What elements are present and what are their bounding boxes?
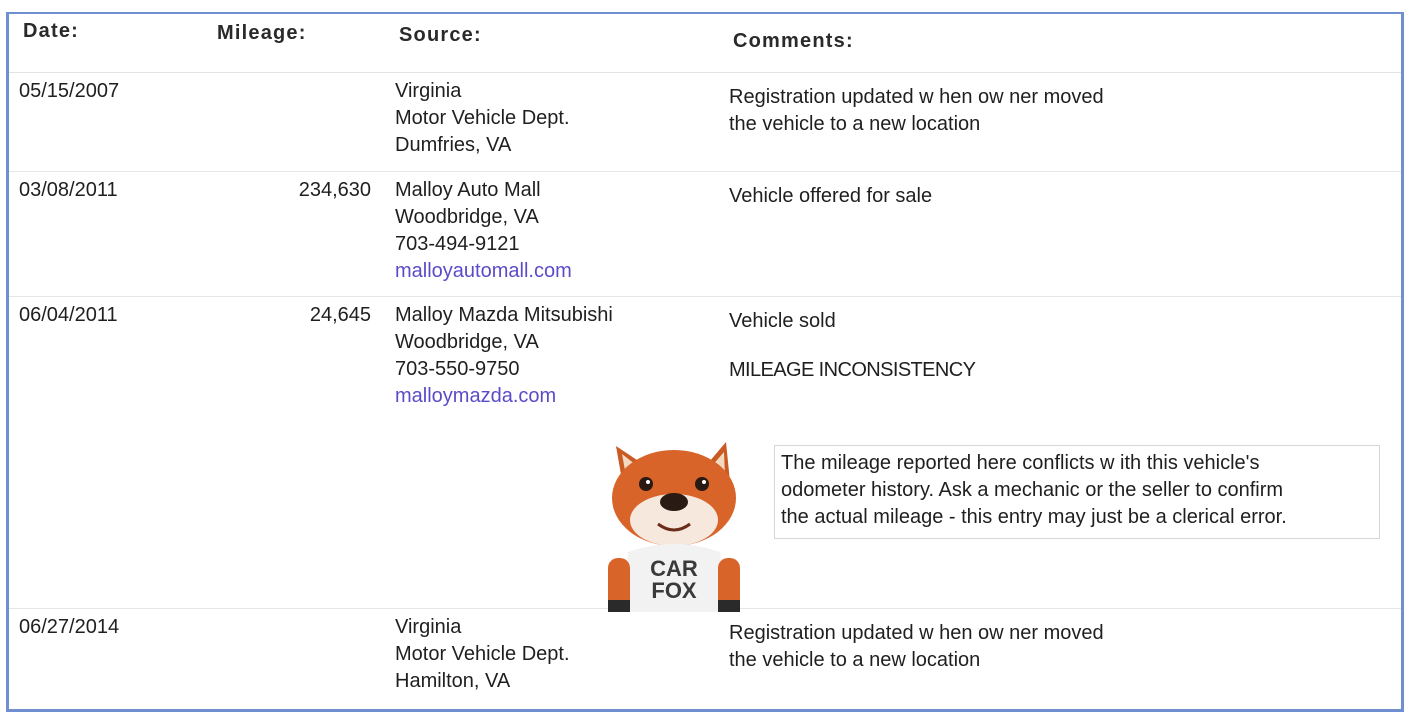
header-mileage: Mileage: (217, 22, 307, 44)
dealer-website-link[interactable]: malloyautomall.com (395, 258, 572, 285)
row-source: Virginia Motor Vehicle Dept. Dumfries, V… (395, 78, 570, 159)
table-row: 03/08/2011 234,630 Malloy Auto Mall Wood… (9, 171, 1401, 297)
row-date: 06/27/2014 (19, 616, 120, 638)
callout-line: odometer history. Ask a mechanic or the … (781, 479, 1284, 501)
source-line: Woodbridge, VA (395, 206, 539, 228)
mileage-warning-callout: The mileage reported here conflicts w it… (774, 445, 1380, 539)
source-line: Malloy Mazda Mitsubishi (395, 304, 613, 326)
comment-line: the vehicle to a new location (729, 113, 981, 135)
table-header: Date: Mileage: Source: Comments: (9, 14, 1401, 73)
comment-line: Registration updated w hen ow ner moved (729, 86, 1104, 108)
source-line: Woodbridge, VA (395, 331, 539, 353)
source-line: Motor Vehicle Dept. (395, 107, 570, 129)
row-source: Malloy Auto Mall Woodbridge, VA 703-494-… (395, 177, 572, 285)
row-date: 03/08/2011 (19, 179, 118, 201)
header-source: Source: (399, 24, 482, 46)
row-date: 05/15/2007 (19, 80, 120, 102)
row-comment: Registration updated w hen ow ner moved … (729, 84, 1104, 138)
comment-line: Registration updated w hen ow ner moved (729, 622, 1104, 644)
mascot-shirt-text: FOX (651, 578, 697, 603)
source-line: 703-550-9750 (395, 358, 520, 380)
table-row: 05/15/2007 Virginia Motor Vehicle Dept. … (9, 72, 1401, 172)
source-line: Malloy Auto Mall (395, 179, 541, 201)
vehicle-history-table: Date: Mileage: Source: Comments: 05/15/2… (6, 12, 1404, 712)
carfox-mascot-image: CAR FOX (608, 442, 740, 612)
source-line: 703-494-9121 (395, 233, 520, 255)
header-comments: Comments: (733, 30, 854, 52)
callout-line: the actual mileage - this entry may just… (781, 506, 1287, 528)
table-row: 06/27/2014 Virginia Motor Vehicle Dept. … (9, 608, 1401, 712)
row-mileage: 234,630 (298, 179, 371, 201)
source-line: Virginia (395, 80, 462, 102)
row-comment: Registration updated w hen ow ner moved … (729, 620, 1104, 674)
row-comment: Vehicle offered for sale (729, 183, 932, 210)
row-date: 06/04/2011 (19, 304, 118, 326)
dealer-website-link[interactable]: malloymazda.com (395, 383, 613, 410)
callout-line: The mileage reported here conflicts w it… (781, 452, 1260, 474)
source-line: Virginia (395, 616, 462, 638)
row-comment: Vehicle sold MILEAGE INCONSISTENCY (729, 308, 976, 384)
mileage-inconsistency-flag: MILEAGE INCONSISTENCY (729, 359, 976, 381)
comment-line: Vehicle sold (729, 310, 836, 332)
table-row: 06/04/2011 24,645 Malloy Mazda Mitsubish… (9, 296, 1401, 612)
source-line: Hamilton, VA (395, 670, 511, 692)
comment-line: Vehicle offered for sale (729, 185, 933, 207)
header-date: Date: (23, 20, 80, 42)
row-source: Malloy Mazda Mitsubishi Woodbridge, VA 7… (395, 302, 613, 410)
row-mileage: 24,645 (309, 304, 371, 326)
source-line: Motor Vehicle Dept. (395, 643, 570, 665)
comment-line: the vehicle to a new location (729, 649, 981, 671)
row-source: Virginia Motor Vehicle Dept. Hamilton, V… (395, 614, 570, 695)
source-line: Dumfries, VA (395, 134, 512, 156)
